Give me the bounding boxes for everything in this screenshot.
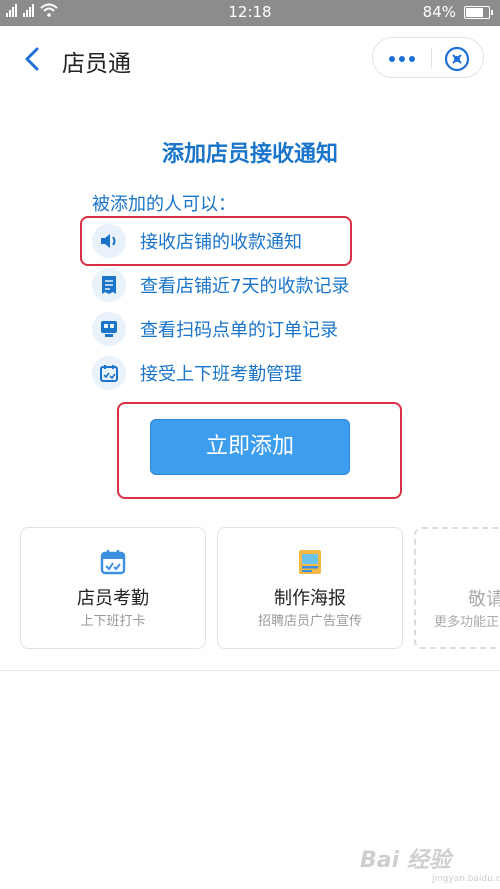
- calendar-check-icon: [92, 356, 126, 390]
- card-title: 店员考勤: [77, 588, 149, 609]
- card-title: 制作海报: [274, 588, 346, 609]
- scan-order-icon: [92, 312, 126, 346]
- section-subtitle: 被添加的人可以：: [92, 194, 236, 215]
- feature-label: 接受上下班考勤管理: [140, 364, 302, 385]
- card-coming-soon: 敬请 更多功能正: [414, 527, 500, 649]
- mini-app-capsule: [372, 37, 484, 78]
- watermark: Bai 经验: [360, 848, 451, 873]
- card-subtitle: 更多功能正: [434, 615, 500, 630]
- card-title: 敬请: [468, 589, 500, 610]
- add-now-button[interactable]: 立即添加: [150, 419, 350, 475]
- page-title: 店员通: [62, 51, 131, 77]
- receipt-icon: [92, 268, 126, 302]
- feature-item-order-records: 查看扫码点单的订单记录: [92, 312, 338, 346]
- attendance-calendar-icon: [100, 550, 126, 575]
- app-header: 店员通: [0, 26, 500, 92]
- feature-item-payment-records: 查看店铺近7天的收款记录: [92, 268, 349, 302]
- capsule-divider: [431, 48, 432, 69]
- section-title: 添加店员接收通知: [161, 142, 338, 167]
- more-dots-icon: [389, 55, 395, 62]
- status-bar: 12:18 84%: [0, 0, 500, 26]
- divider: [0, 670, 500, 671]
- poster-icon: [299, 550, 321, 574]
- back-icon[interactable]: [18, 44, 48, 74]
- feature-item-attendance: 接受上下班考勤管理: [92, 356, 302, 390]
- battery-percent: 84%: [422, 3, 456, 21]
- card-subtitle: 上下班打卡: [80, 614, 146, 629]
- feature-label: 查看店铺近7天的收款记录: [140, 276, 350, 297]
- watermark-url: jingyan.baidu.com: [432, 874, 500, 884]
- card-poster[interactable]: 制作海报 招聘店员广告宣传: [217, 527, 403, 649]
- more-button[interactable]: [373, 38, 431, 79]
- card-subtitle: 招聘店员广告宣传: [257, 614, 362, 629]
- battery-icon: [464, 5, 493, 19]
- annotation-highlight: [80, 216, 352, 266]
- close-mini-app-icon[interactable]: [443, 45, 471, 73]
- card-attendance[interactable]: 店员考勤 上下班打卡: [20, 527, 206, 649]
- feature-label: 查看扫码点单的订单记录: [140, 320, 338, 341]
